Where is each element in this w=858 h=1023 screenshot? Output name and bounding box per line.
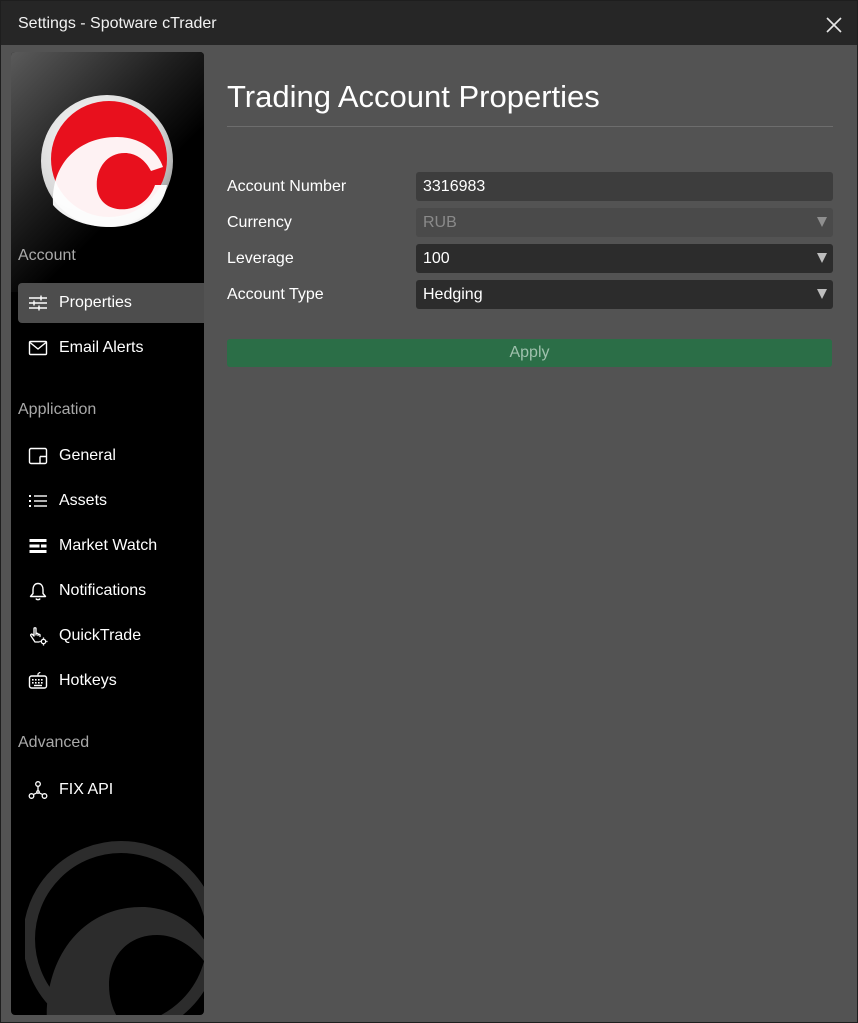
currency-value: RUB bbox=[423, 214, 457, 231]
sliders-icon bbox=[29, 295, 47, 311]
dropdown-arrow-icon bbox=[817, 217, 827, 227]
sidebar-item-email-alerts[interactable]: Email Alerts bbox=[18, 328, 204, 368]
sidebar-item-label: FIX API bbox=[59, 781, 114, 798]
dropdown-arrow-icon bbox=[817, 253, 827, 263]
sidebar-item-label: Notifications bbox=[59, 582, 147, 599]
settings-window: Settings - Spotware cTrader Account Prop… bbox=[0, 0, 858, 1023]
account-number-label: Account Number bbox=[227, 178, 347, 195]
page-title: Trading Account Properties bbox=[227, 79, 600, 114]
currency-select: RUB bbox=[416, 208, 833, 237]
sidebar-item-market-watch[interactable]: Market Watch bbox=[18, 526, 204, 566]
leverage-label: Leverage bbox=[227, 250, 294, 267]
leverage-value: 100 bbox=[423, 250, 450, 267]
sidebar-item-fix-api[interactable]: FIX API bbox=[18, 770, 204, 810]
section-advanced: Advanced bbox=[18, 734, 90, 751]
market-watch-icon bbox=[29, 539, 47, 553]
sidebar-item-label: QuickTrade bbox=[59, 627, 142, 644]
envelope-icon bbox=[28, 340, 48, 356]
ctrader-watermark-logo bbox=[25, 841, 204, 1015]
account-number-field[interactable]: 3316983 bbox=[416, 172, 833, 201]
apply-button[interactable]: Apply bbox=[227, 339, 832, 367]
sidebar-item-label: Properties bbox=[59, 294, 132, 311]
hand-pointer-gear-icon bbox=[30, 627, 48, 646]
sidebar-item-label: General bbox=[59, 447, 116, 464]
network-icon bbox=[28, 781, 48, 799]
sidebar-item-properties[interactable]: Properties bbox=[18, 283, 204, 323]
sidebar-item-label: Market Watch bbox=[59, 537, 158, 554]
dropdown-arrow-icon bbox=[817, 289, 827, 299]
sidebar-item-general[interactable]: General bbox=[18, 436, 204, 476]
account-type-label: Account Type bbox=[227, 286, 324, 303]
section-application: Application bbox=[18, 401, 97, 418]
title-bar: Settings - Spotware cTrader bbox=[1, 1, 857, 45]
close-button[interactable] bbox=[819, 11, 849, 39]
section-account: Account bbox=[18, 247, 76, 264]
sidebar-item-label: Hotkeys bbox=[59, 672, 117, 689]
ctrader-logo bbox=[41, 95, 173, 227]
currency-label: Currency bbox=[227, 214, 292, 231]
leverage-select[interactable]: 100 bbox=[416, 244, 833, 273]
divider bbox=[227, 126, 833, 127]
panel-icon bbox=[28, 447, 48, 465]
sidebar: Account Properties Email Alerts Applicat… bbox=[11, 52, 204, 1015]
sidebar-item-hotkeys[interactable]: Hotkeys bbox=[18, 661, 204, 701]
account-number-value: 3316983 bbox=[423, 178, 486, 195]
sidebar-item-label: Assets bbox=[59, 492, 108, 509]
sidebar-item-notifications[interactable]: Notifications bbox=[18, 571, 204, 611]
bell-icon bbox=[29, 582, 47, 601]
sidebar-item-label: Email Alerts bbox=[59, 339, 144, 356]
keyboard-icon bbox=[28, 671, 48, 689]
sidebar-item-quicktrade[interactable]: QuickTrade bbox=[18, 616, 204, 656]
account-type-value: Hedging bbox=[423, 286, 483, 303]
sidebar-item-assets[interactable]: Assets bbox=[18, 481, 204, 521]
list-icon bbox=[29, 495, 47, 507]
window-title: Settings - Spotware cTrader bbox=[18, 15, 217, 32]
account-type-select[interactable]: Hedging bbox=[416, 280, 833, 309]
close-icon bbox=[826, 17, 842, 33]
